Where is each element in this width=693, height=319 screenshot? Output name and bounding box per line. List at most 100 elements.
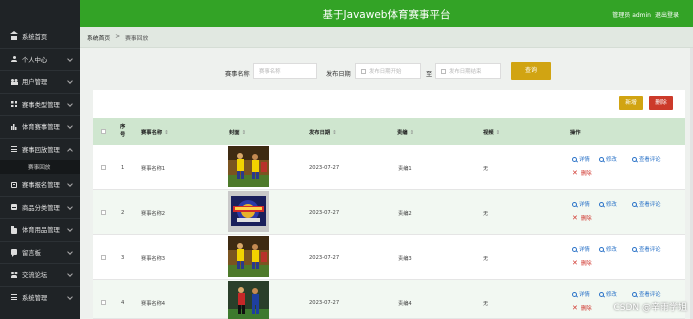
column-header-editor-label: 责编 xyxy=(397,130,408,136)
table-row: 2 赛事名称2 2023-07-27 责编2 无 详情 修改 查看评论 ✕ 删除 xyxy=(93,190,685,235)
search-icon xyxy=(572,246,577,252)
view-comments-label: 查看评论 xyxy=(639,292,661,298)
search-icon xyxy=(632,156,637,162)
sidebar-item-home[interactable]: 系统首页 xyxy=(0,26,80,48)
row-checkbox[interactable] xyxy=(101,255,106,260)
detail-label: 详情 xyxy=(579,247,590,253)
search-name-placeholder: 赛事名称 xyxy=(259,69,281,75)
detail-button[interactable]: 详情 xyxy=(572,290,590,298)
column-header-index: 序号 xyxy=(120,124,126,138)
detail-button[interactable]: 详情 xyxy=(572,155,590,163)
cell-date: 2023-07-27 xyxy=(309,300,340,306)
search-icon xyxy=(599,291,604,297)
cell-editor: 责编1 xyxy=(398,166,412,172)
sidebar: 系统首页 个人中心 用户管理 赛事类型管理 体育赛事管理 赛事回放管理 赛事回放… xyxy=(0,0,80,319)
sidebar-item-message-board[interactable]: 留言板 xyxy=(0,242,80,264)
sidebar-item-label: 商品分类管理 xyxy=(22,204,60,212)
sidebar-item-user-management[interactable]: 用户管理 xyxy=(0,71,80,93)
sidebar-item-personal-center[interactable]: 个人中心 xyxy=(0,49,80,71)
sidebar-item-product-category-management[interactable]: 商品分类管理 xyxy=(0,197,80,219)
edit-button[interactable]: 修改 xyxy=(599,200,617,208)
column-header-video[interactable]: 视频 ⇕ xyxy=(483,128,500,136)
detail-label: 详情 xyxy=(579,292,590,298)
cell-editor: 责编3 xyxy=(398,256,412,262)
date-start-placeholder: 发布日期开始 xyxy=(369,69,402,75)
delete-button[interactable]: ✕ 删除 xyxy=(572,304,592,312)
sort-icon: ⇕ xyxy=(164,130,169,136)
sidebar-item-label: 体育用品管理 xyxy=(22,227,60,235)
view-comments-button[interactable]: 查看评论 xyxy=(632,245,661,253)
cover-image[interactable] xyxy=(228,281,269,319)
edit-button[interactable]: 修改 xyxy=(599,245,617,253)
add-button[interactable]: 新增 xyxy=(619,96,643,110)
sidebar-item-sports-event-management[interactable]: 体育赛事管理 xyxy=(0,116,80,138)
search-date-label: 发布日期 xyxy=(326,71,351,78)
detail-button[interactable]: 详情 xyxy=(572,200,590,208)
sidebar-item-sports-goods-management[interactable]: 体育用品管理 xyxy=(0,219,80,241)
sort-icon: ⇕ xyxy=(409,130,415,136)
people-icon xyxy=(11,271,17,278)
select-all-checkbox[interactable] xyxy=(101,129,106,134)
edit-label: 修改 xyxy=(606,247,617,253)
cell-video: 无 xyxy=(483,211,489,217)
column-header-date[interactable]: 发布日期 ⇕ xyxy=(309,128,337,136)
close-icon: ✕ xyxy=(572,168,578,177)
sidebar-item-label: 交流论坛 xyxy=(22,272,48,280)
query-button[interactable]: 查询 xyxy=(511,62,551,80)
user-icon xyxy=(11,56,17,63)
breadcrumb-home[interactable]: 系统首页 xyxy=(87,33,110,42)
view-comments-label: 查看评论 xyxy=(639,202,661,208)
detail-label: 详情 xyxy=(579,202,590,208)
cell-index: 1 xyxy=(121,165,125,171)
column-header-cover[interactable]: 封面 ⇕ xyxy=(229,128,246,136)
cell-index: 2 xyxy=(121,210,125,216)
search-icon xyxy=(572,201,577,207)
date-end-input[interactable]: 发布日期结束 xyxy=(435,63,501,79)
sidebar-item-system-management[interactable]: 系统管理 xyxy=(0,287,80,309)
logout-link[interactable]: 退出登录 xyxy=(655,10,679,19)
view-comments-button[interactable]: 查看评论 xyxy=(632,290,661,298)
view-comments-button[interactable]: 查看评论 xyxy=(632,155,661,163)
sidebar-item-label: 个人中心 xyxy=(22,56,48,64)
search-name-input[interactable]: 赛事名称 xyxy=(253,63,317,79)
view-comments-button[interactable]: 查看评论 xyxy=(632,200,661,208)
sidebar-item-event-type-management[interactable]: 赛事类型管理 xyxy=(0,94,80,116)
delete-button[interactable]: ✕ 删除 xyxy=(572,169,592,177)
search-icon xyxy=(599,156,604,162)
search-icon xyxy=(599,201,604,207)
sidebar-item-forum[interactable]: 交流论坛 xyxy=(0,264,80,286)
search-icon xyxy=(632,291,637,297)
column-header-editor[interactable]: 责编 ⇕ xyxy=(397,128,414,136)
delete-button[interactable]: ✕ 删除 xyxy=(572,259,592,267)
cell-name: 赛事名称3 xyxy=(141,256,166,262)
cover-image[interactable] xyxy=(228,236,269,277)
delete-button[interactable]: ✕ 删除 xyxy=(572,214,592,222)
cell-video: 无 xyxy=(483,166,489,172)
view-comments-label: 查看评论 xyxy=(639,157,661,163)
edit-button[interactable]: 修改 xyxy=(599,155,617,163)
detail-button[interactable]: 详情 xyxy=(572,245,590,253)
box-icon xyxy=(11,204,17,211)
sidebar-subitem-label: 赛事回放 xyxy=(28,165,51,171)
batch-delete-button[interactable]: 删除 xyxy=(649,96,673,110)
chevron-down-icon xyxy=(67,226,73,232)
row-checkbox[interactable] xyxy=(101,210,106,215)
sidebar-item-replay-management[interactable]: 赛事回放管理 xyxy=(0,139,80,161)
date-start-input[interactable]: 发布日期开始 xyxy=(355,63,421,79)
sort-icon: ⇕ xyxy=(495,130,501,136)
sidebar-item-label: 赛事回放管理 xyxy=(22,146,60,154)
row-checkbox[interactable] xyxy=(101,300,106,305)
view-comments-label: 查看评论 xyxy=(639,247,661,253)
sidebar-subitem-replay[interactable]: 赛事回放 xyxy=(0,160,80,174)
edit-button[interactable]: 修改 xyxy=(599,290,617,298)
detail-label: 详情 xyxy=(579,157,590,163)
cover-image[interactable] xyxy=(228,146,269,187)
row-checkbox[interactable] xyxy=(101,165,106,170)
column-header-name[interactable]: 赛事名称 ⇕ xyxy=(141,128,169,136)
close-icon: ✕ xyxy=(572,258,578,267)
sidebar-item-label: 系统首页 xyxy=(22,34,48,42)
edit-label: 修改 xyxy=(606,292,617,298)
sidebar-item-registration-management[interactable]: 赛事报名管理 xyxy=(0,174,80,196)
table-header: 序号 赛事名称 ⇕ 封面 ⇕ 发布日期 ⇕ 责编 ⇕ 视频 ⇕ 操作 xyxy=(93,118,685,145)
cover-image[interactable] xyxy=(228,191,269,232)
